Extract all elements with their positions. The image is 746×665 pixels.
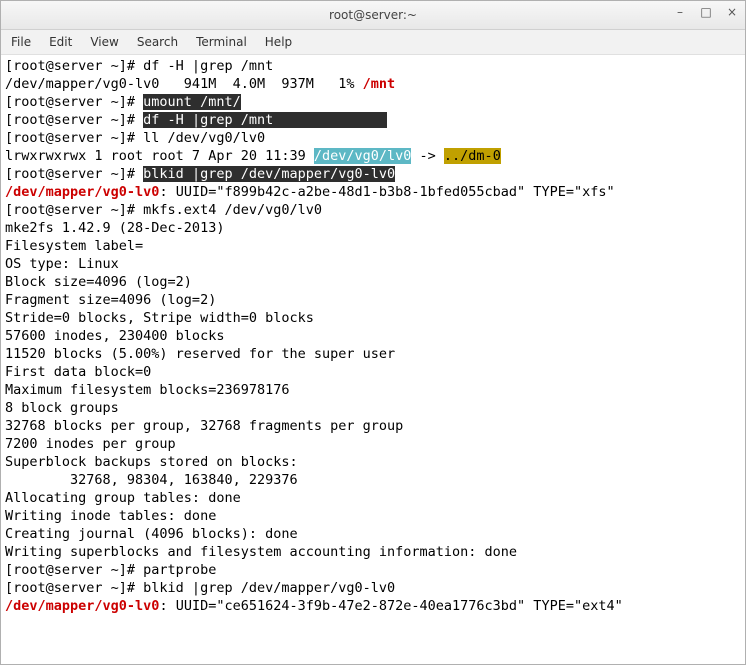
terminal-body[interactable]: [root@server ~]# df -H |grep /mnt/dev/ma…	[1, 55, 745, 664]
menubar: File Edit View Search Terminal Help	[1, 30, 745, 55]
menu-terminal[interactable]: Terminal	[196, 35, 247, 49]
window-controls: – □ ×	[673, 5, 739, 19]
menu-file[interactable]: File	[11, 35, 31, 49]
menu-edit[interactable]: Edit	[49, 35, 72, 49]
menu-help[interactable]: Help	[265, 35, 292, 49]
menu-view[interactable]: View	[90, 35, 118, 49]
titlebar: root@server:~ – □ ×	[1, 1, 745, 30]
terminal-window: root@server:~ – □ × File Edit View Searc…	[0, 0, 746, 665]
minimize-button[interactable]: –	[673, 5, 687, 19]
menu-search[interactable]: Search	[137, 35, 178, 49]
window-title: root@server:~	[329, 8, 417, 22]
close-button[interactable]: ×	[725, 5, 739, 19]
maximize-button[interactable]: □	[699, 5, 713, 19]
